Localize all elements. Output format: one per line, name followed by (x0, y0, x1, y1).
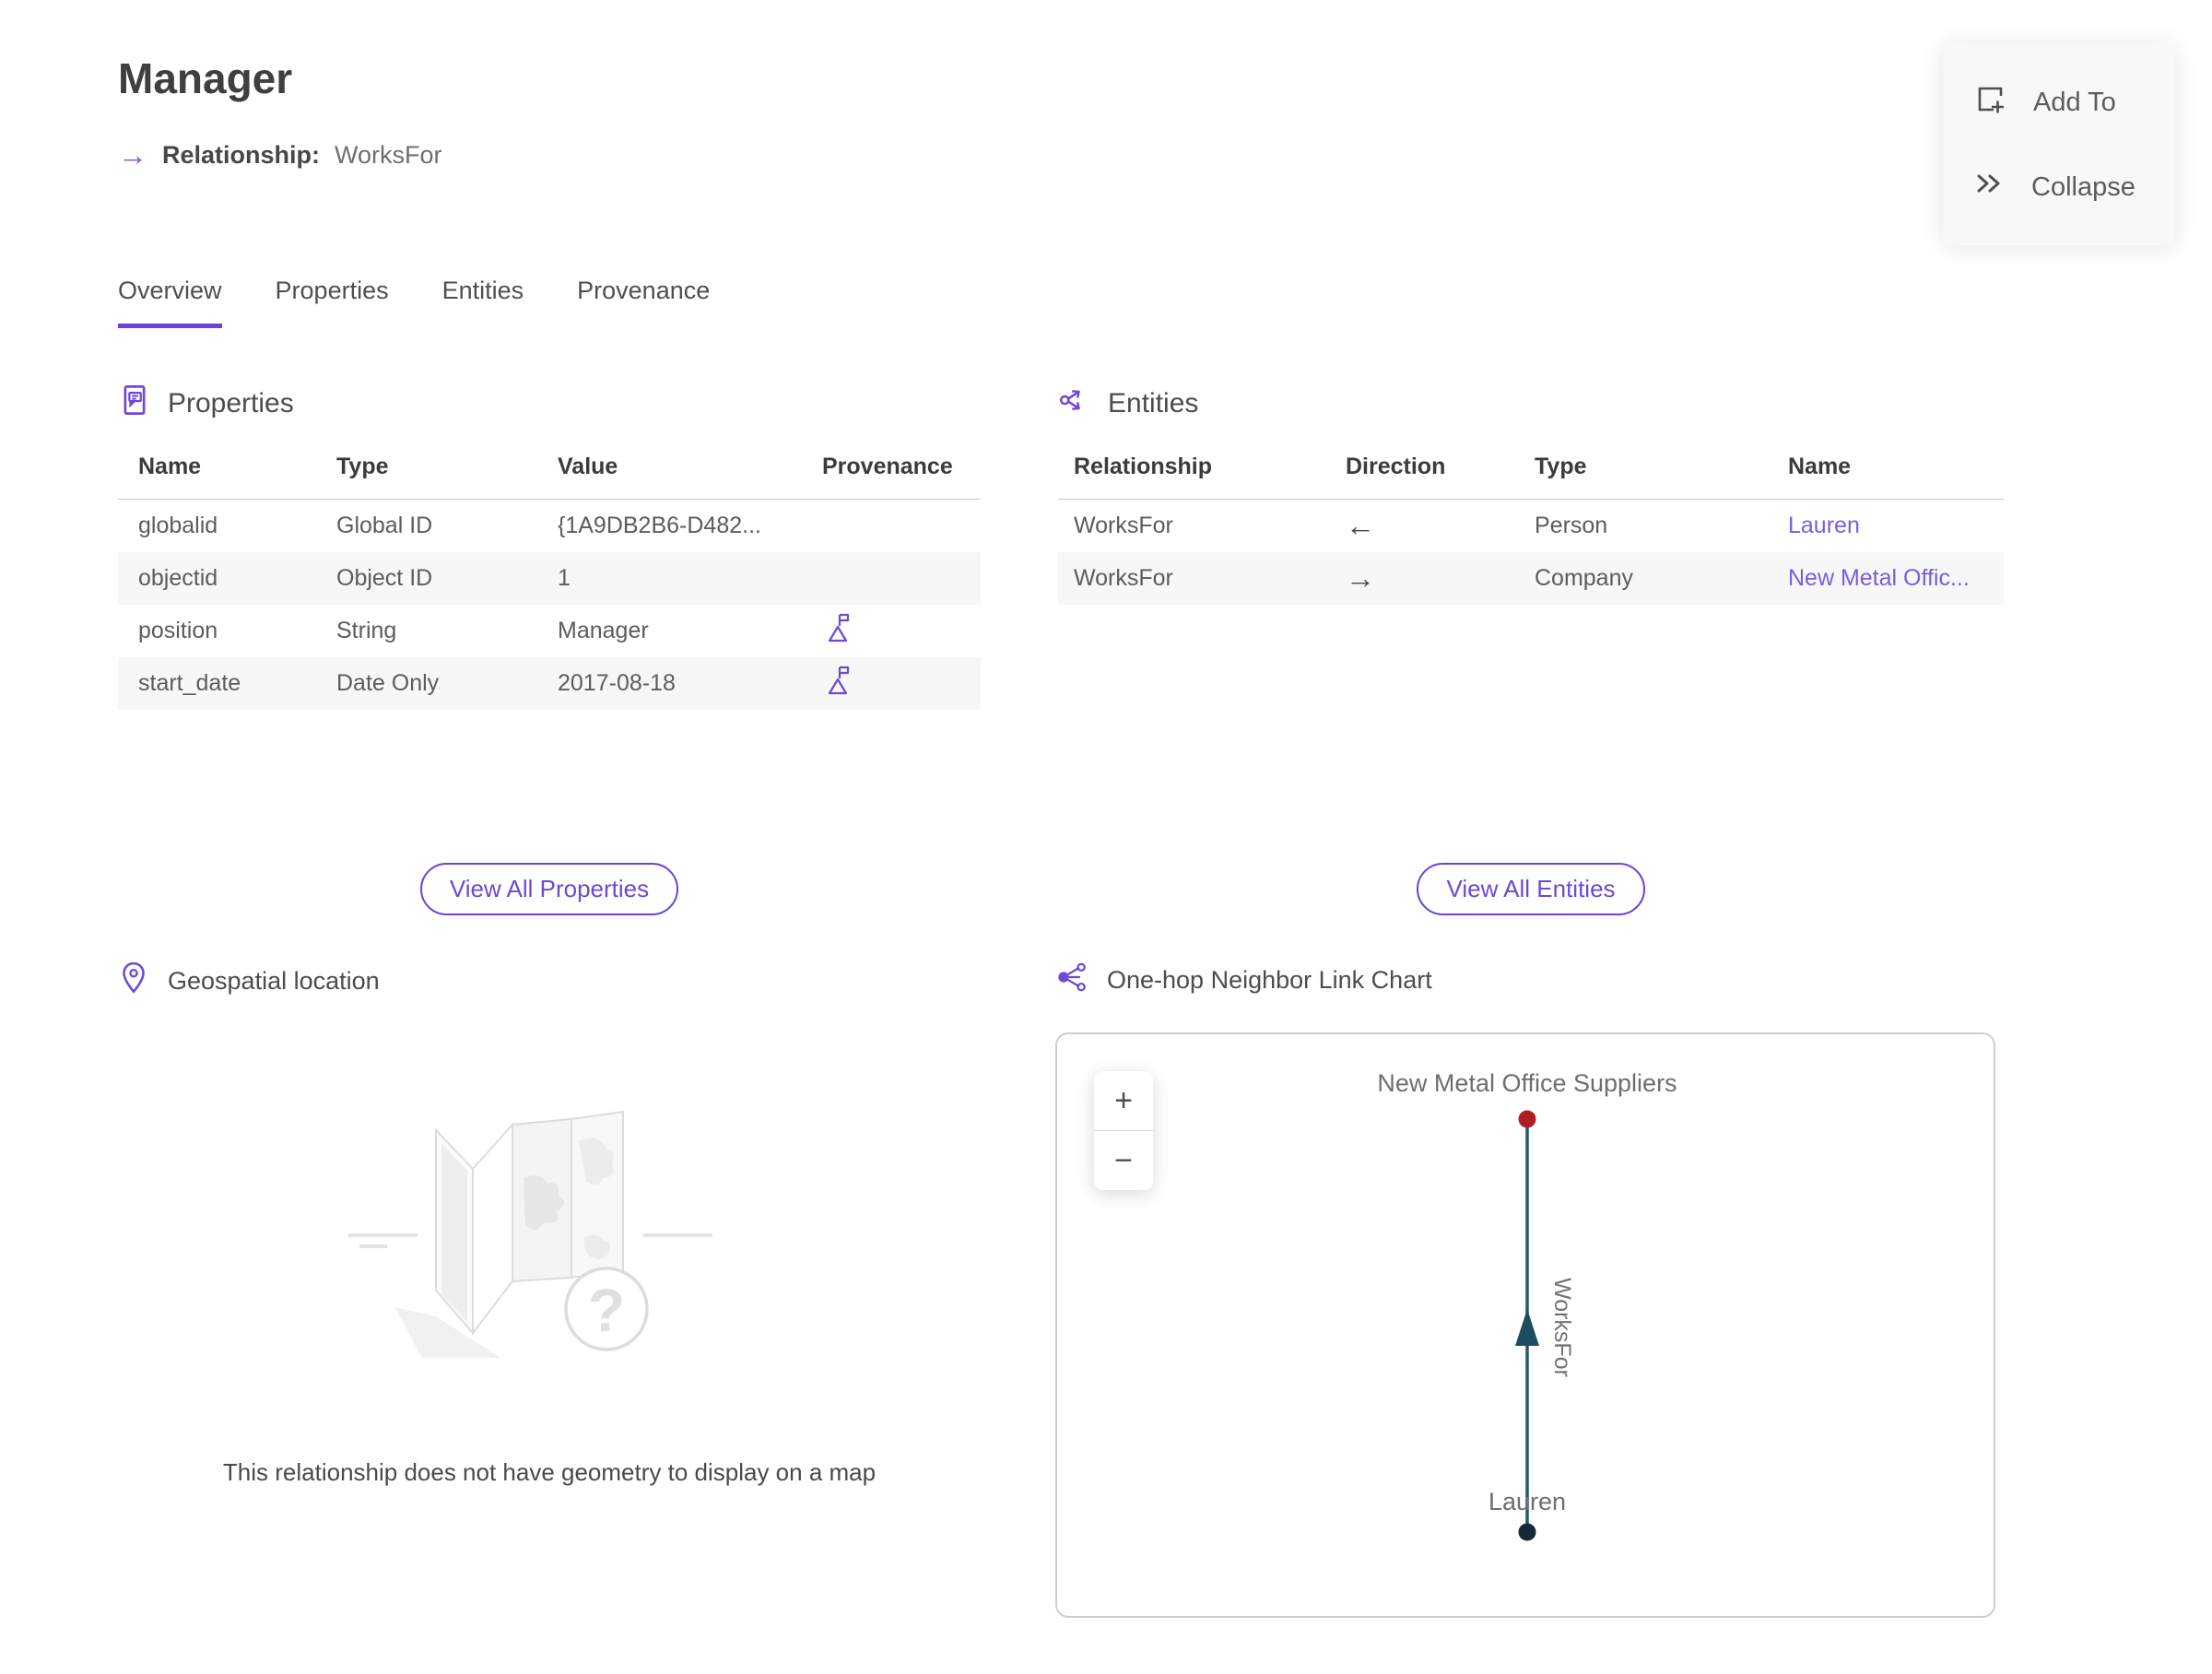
relationship-subtitle: → Relationship: WorksFor (118, 140, 442, 170)
prop-type: Object ID (336, 565, 433, 591)
prop-value: 2017-08-18 (558, 670, 676, 696)
entities-table: Relationship Direction Type Name WorksFo… (1058, 441, 2004, 605)
col-type: Type (1519, 441, 1772, 500)
properties-icon (118, 383, 151, 424)
entities-section-header: Entities (1058, 383, 1198, 424)
prop-type: String (336, 618, 397, 643)
svg-text:?: ? (588, 1276, 625, 1344)
edge-label: WorksFor (1549, 1278, 1575, 1377)
table-row: WorksFor ← Person Lauren (1058, 500, 2004, 553)
entities-table-header-row: Relationship Direction Type Name (1058, 441, 2004, 500)
entity-name-link[interactable]: Lauren (1772, 500, 2004, 553)
tab-bar: Overview Properties Entities Provenance (118, 277, 710, 328)
table-row: objectid Object ID 1 (118, 552, 981, 605)
entity-type: Person (1535, 513, 1608, 538)
top-node-label: New Metal Office Suppliers (1377, 1069, 1677, 1097)
zoom-in-button[interactable]: + (1094, 1071, 1153, 1130)
tab-properties[interactable]: Properties (276, 277, 389, 328)
prop-provenance (802, 605, 981, 657)
provenance-flag-icon[interactable] (822, 666, 852, 702)
col-relationship: Relationship (1058, 441, 1330, 500)
col-provenance: Provenance (802, 441, 981, 500)
entities-icon (1058, 383, 1091, 424)
provenance-flag-icon[interactable] (822, 613, 852, 650)
prop-provenance (802, 500, 981, 553)
entity-relationship: WorksFor (1074, 513, 1173, 538)
geospatial-section-header: Geospatial location (118, 961, 380, 1002)
properties-table-header-row: Name Type Value Provenance (118, 441, 981, 500)
edge-arrowhead-icon (1515, 1309, 1539, 1346)
map-placeholder: ? (118, 1040, 981, 1436)
col-direction: Direction (1330, 441, 1519, 500)
geospatial-section-title: Geospatial location (168, 967, 380, 995)
col-name: Name (118, 441, 316, 500)
collapse-chevrons-icon (1972, 168, 2006, 206)
prop-name: start_date (138, 670, 241, 696)
table-row: position String Manager (118, 605, 981, 657)
prop-name: position (138, 618, 218, 643)
prop-name: globalid (138, 513, 218, 538)
page-title: Manager (118, 54, 293, 102)
entity-name-link[interactable]: New Metal Offic... (1772, 552, 2004, 605)
relationship-label: Relationship: (162, 140, 321, 169)
table-row: WorksFor → Company New Metal Offic... (1058, 552, 2004, 605)
prop-value: {1A9DB2B6-D482... (558, 513, 761, 538)
bottom-node-label: Lauren (1488, 1488, 1566, 1515)
tab-provenance[interactable]: Provenance (577, 277, 710, 328)
col-value: Value (537, 441, 802, 500)
link-chart-section-title: One-hop Neighbor Link Chart (1107, 966, 1432, 994)
table-row: globalid Global ID {1A9DB2B6-D482... (118, 500, 981, 553)
link-chart-section-header: One-hop Neighbor Link Chart (1055, 961, 1432, 1000)
top-node[interactable] (1518, 1110, 1536, 1128)
relationship-arrow-icon: → (118, 138, 147, 171)
prop-value: Manager (558, 618, 649, 643)
map-empty-message: This relationship does not have geometry… (222, 1458, 877, 1486)
entities-section-title: Entities (1108, 388, 1199, 418)
zoom-control: + − (1094, 1071, 1153, 1190)
prop-type: Global ID (336, 513, 433, 538)
entity-type: Company (1535, 565, 1633, 591)
prop-provenance (802, 657, 981, 710)
view-all-properties-button[interactable]: View All Properties (419, 863, 679, 915)
direction-arrow-icon: ← (1346, 509, 1375, 542)
col-name: Name (1772, 441, 2004, 500)
properties-section-title: Properties (168, 388, 294, 418)
link-chart-panel[interactable]: New Metal Office Suppliers WorksFor Laur… (1055, 1032, 1995, 1618)
collapse-button[interactable]: Collapse (1943, 146, 2175, 229)
tab-entities[interactable]: Entities (442, 277, 524, 328)
add-to-button[interactable]: Add To (1943, 59, 2175, 146)
properties-table: Name Type Value Provenance globalid Glob… (118, 441, 981, 710)
prop-value: 1 (558, 565, 571, 591)
add-to-label: Add To (2033, 87, 2116, 117)
link-chart-icon (1055, 961, 1088, 1000)
properties-section-header: Properties (118, 383, 294, 424)
add-to-icon (1972, 81, 2007, 124)
collapse-label: Collapse (2031, 171, 2136, 202)
action-menu: Add To Collapse (1943, 42, 2175, 245)
direction-arrow-icon: → (1346, 561, 1375, 595)
bottom-node[interactable] (1518, 1523, 1536, 1541)
prop-type: Date Only (336, 670, 440, 696)
map-pin-icon (118, 961, 149, 1002)
table-row: start_date Date Only 2017-08-18 (118, 657, 981, 710)
prop-provenance (802, 552, 981, 605)
relationship-value: WorksFor (335, 140, 442, 169)
view-all-entities-button[interactable]: View All Entities (1417, 863, 1645, 915)
col-type: Type (316, 441, 537, 500)
tab-overview[interactable]: Overview (118, 277, 222, 328)
entity-relationship: WorksFor (1074, 565, 1173, 591)
zoom-out-button[interactable]: − (1094, 1130, 1153, 1190)
prop-name: objectid (138, 565, 218, 591)
